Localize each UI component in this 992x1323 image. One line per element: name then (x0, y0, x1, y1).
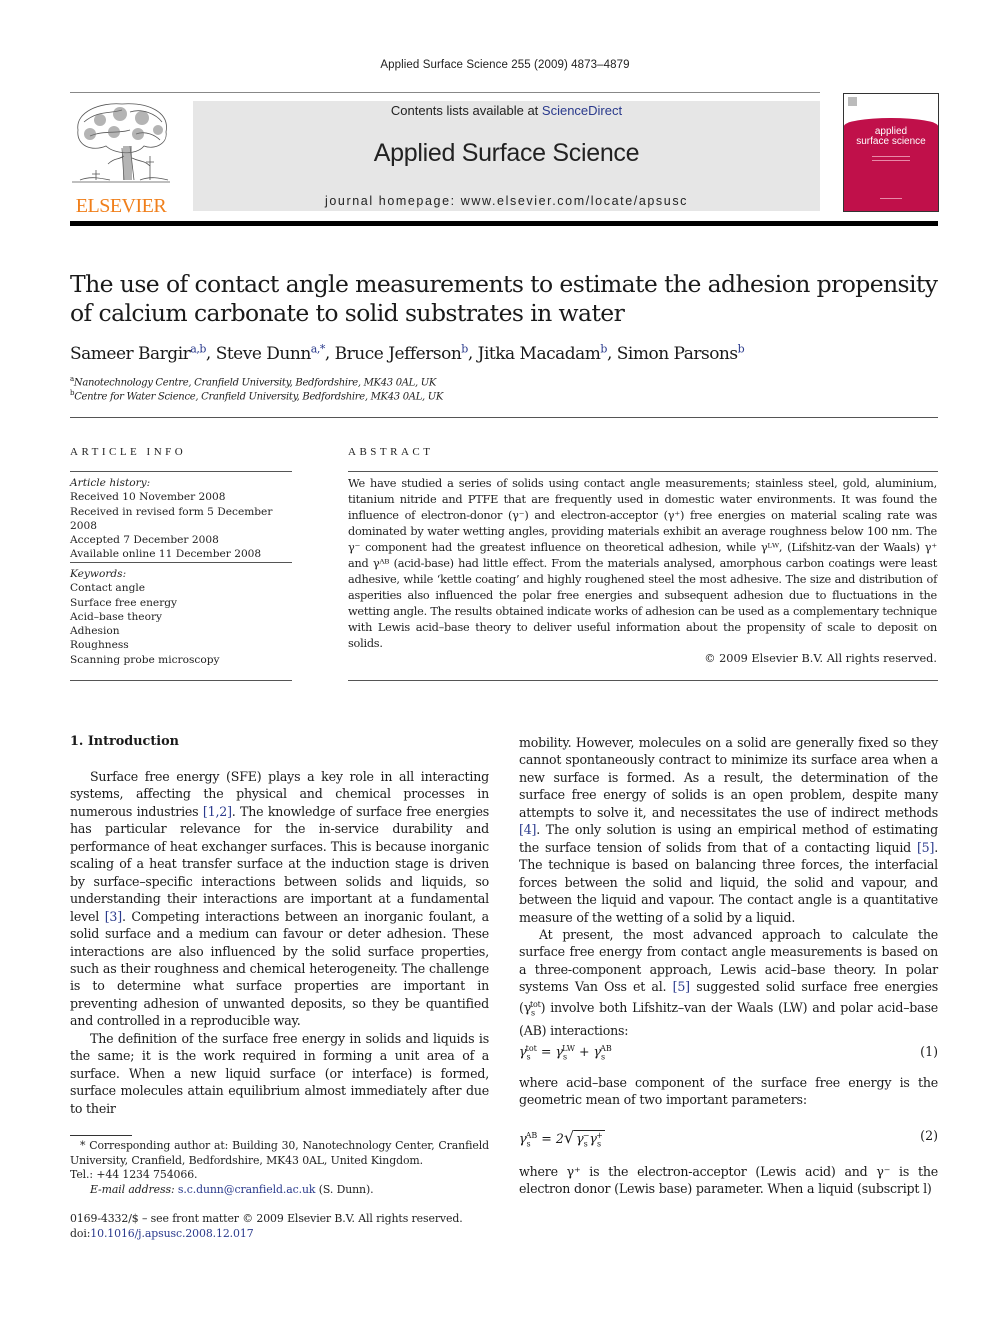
contents-prefix: Contents lists available at (390, 103, 542, 118)
paragraph: The definition of the surface free energ… (70, 1030, 489, 1116)
equation-1: γstot = γsLW + γsAB (1) (519, 1044, 938, 1062)
top-rule (70, 92, 820, 93)
contents-available: Contents lists available at ScienceDirec… (193, 103, 820, 118)
citation-link[interactable]: [5] (673, 979, 690, 994)
keyword: Contact angle (70, 582, 146, 595)
keyword: Acid–base theory (70, 610, 162, 623)
journal-homepage-link[interactable]: journal homepage: www.elsevier.com/locat… (193, 194, 820, 208)
footnote-rule (70, 1135, 132, 1136)
elsevier-wordmark: ELSEVIER (75, 195, 167, 217)
author-list: Sameer Bargira,b, Steve Dunna,*, Bruce J… (70, 342, 745, 364)
citation-link[interactable]: [3] (105, 909, 122, 924)
article-title: The use of contact angle measurements to… (70, 270, 938, 327)
elsevier-logo[interactable]: ELSEVIER (70, 100, 172, 216)
journal-cover-thumbnail[interactable]: applied surface science (843, 93, 939, 212)
article-info-heading: ARTICLE INFO (70, 446, 187, 458)
header-divider (70, 221, 938, 226)
author[interactable]: Jitka Macadamb (478, 342, 608, 364)
paragraph: At present, the most advanced approach t… (519, 926, 938, 1038)
section-heading-introduction: 1. Introduction (70, 734, 179, 749)
abstract-text: We have studied a series of solids using… (348, 477, 937, 650)
keyword: Scanning probe microscopy (70, 653, 220, 666)
doi-link[interactable]: 10.1016/j.apsusc.2008.12.017 (90, 1227, 253, 1240)
abstract-copyright: © 2009 Elsevier B.V. All rights reserved… (704, 652, 937, 665)
divider (70, 417, 938, 418)
keywords: Keywords: Contact angle Surface free ene… (70, 567, 292, 667)
author[interactable]: Steve Dunna,* (216, 342, 326, 364)
paragraph: mobility. However, molecules on a solid … (519, 735, 938, 925)
running-head: Applied Surface Science 255 (2009) 4873–… (380, 59, 630, 71)
citation-link[interactable]: [1,2] (203, 804, 232, 819)
between-equations-text: where acid–base component of the surface… (519, 1075, 938, 1108)
citation-link[interactable]: [5] (917, 840, 934, 855)
sciencedirect-link[interactable]: ScienceDirect (542, 103, 622, 118)
keyword: Surface free energy (70, 596, 178, 609)
article-history: Article history: Received 10 November 20… (70, 477, 273, 561)
equation-2: γsAB = 2√ γs−γs+ (2) (519, 1128, 938, 1149)
equation-number: (1) (920, 1044, 938, 1059)
front-matter: 0169-4332/$ – see front matter © 2009 El… (70, 1212, 463, 1240)
author[interactable]: Sameer Bargira,b (70, 342, 206, 364)
keyword: Adhesion (70, 625, 120, 638)
journal-banner: Contents lists available at ScienceDirec… (193, 101, 820, 211)
after-equation-text: where γ⁺ is the electron-acceptor (Lewis… (519, 1164, 938, 1197)
left-column: Surface free energy (SFE) plays a key ro… (70, 768, 489, 1117)
author[interactable]: Bruce Jeffersonb (335, 342, 469, 364)
journal-title[interactable]: Applied Surface Science (193, 139, 820, 168)
cover-title: applied surface science (856, 126, 926, 147)
affiliation-a: aNanotechnology Centre, Cranfield Univer… (70, 375, 437, 389)
email-link[interactable]: s.c.dunn@cranfield.ac.uk (178, 1183, 316, 1196)
affiliation-b: bCentre for Water Science, Cranfield Uni… (70, 389, 444, 403)
cover-logo-icon (848, 97, 857, 106)
paragraph: Surface free energy (SFE) plays a key ro… (70, 769, 489, 1029)
right-column: mobility. However, molecules on a solid … (519, 734, 938, 1039)
keyword: Roughness (70, 639, 129, 652)
citation-link[interactable]: [4] (519, 822, 536, 837)
footnote-corresponding: * Corresponding author at: Building 30, … (70, 1139, 489, 1196)
abstract-heading: ABSTRACT (348, 446, 434, 458)
elsevier-tree-icon (72, 103, 170, 183)
author[interactable]: Simon Parsonsb (617, 342, 745, 364)
equation-number: (2) (920, 1128, 938, 1143)
